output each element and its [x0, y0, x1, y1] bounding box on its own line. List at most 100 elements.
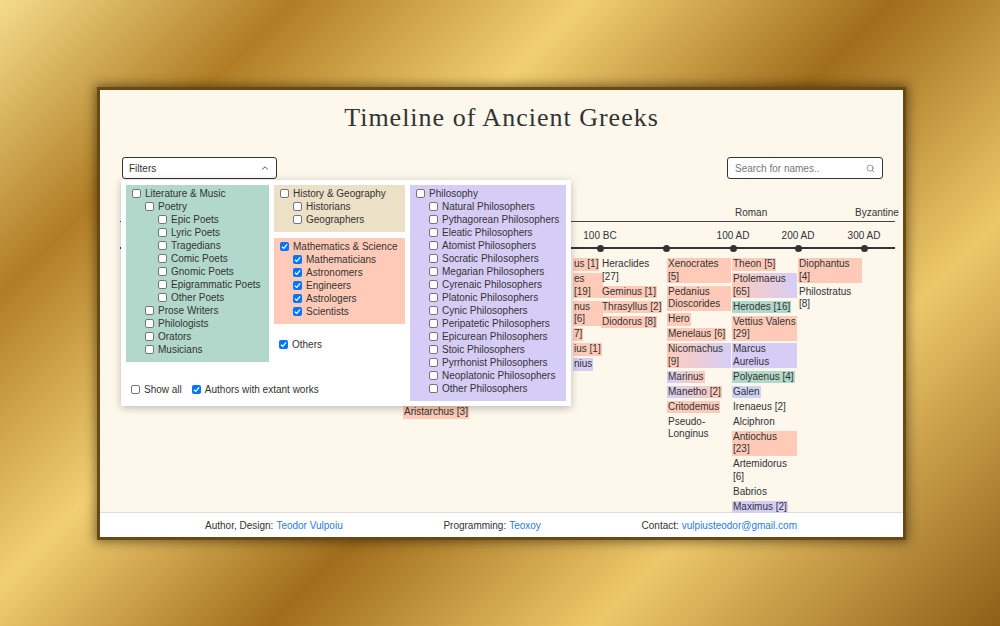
- checkbox[interactable]: [293, 202, 302, 211]
- checkbox[interactable]: [158, 215, 167, 224]
- person-entry[interactable]: Vettius Valens [29]: [732, 316, 797, 341]
- checkbox[interactable]: [145, 306, 154, 315]
- filter-option[interactable]: Peripatetic Philosophers: [416, 317, 562, 330]
- filters-button[interactable]: Filters: [122, 157, 277, 179]
- filter-option[interactable]: Natural Philosophers: [416, 200, 562, 213]
- checkbox[interactable]: [158, 293, 167, 302]
- person-entry[interactable]: Diodorus [8]: [601, 316, 657, 329]
- person-entry[interactable]: Aristarchus [3]: [403, 406, 469, 419]
- person-entry[interactable]: nus [6]: [573, 301, 603, 326]
- person-entry[interactable]: Marcus Aurelius: [732, 343, 797, 368]
- person-entry[interactable]: nius: [573, 358, 593, 371]
- filter-option[interactable]: Eleatic Philosophers: [416, 226, 562, 239]
- checkbox[interactable]: [429, 228, 438, 237]
- filter-option[interactable]: Musicians: [132, 343, 265, 356]
- filter-option[interactable]: Authors with extant works: [192, 383, 319, 396]
- filter-option[interactable]: Socratic Philosophers: [416, 252, 562, 265]
- checkbox[interactable]: [132, 189, 141, 198]
- filter-option[interactable]: Epic Poets: [132, 213, 265, 226]
- checkbox[interactable]: [429, 254, 438, 263]
- person-entry[interactable]: es [19]: [573, 273, 603, 298]
- person-entry[interactable]: Pedanius Dioscorides: [667, 286, 731, 311]
- checkbox[interactable]: [158, 241, 167, 250]
- filter-option[interactable]: Orators: [132, 330, 265, 343]
- filter-option[interactable]: Gnomic Poets: [132, 265, 265, 278]
- person-entry[interactable]: Theon [5]: [732, 258, 776, 271]
- checkbox[interactable]: [429, 280, 438, 289]
- checkbox[interactable]: [429, 293, 438, 302]
- person-entry[interactable]: Critodemus: [667, 401, 720, 414]
- footer-link[interactable]: vulpiusteodor@gmail.com: [682, 518, 797, 533]
- person-entry[interactable]: Maximus [2]: [732, 501, 788, 514]
- person-entry[interactable]: Menelaus [6]: [667, 328, 726, 341]
- checkbox[interactable]: [416, 189, 425, 198]
- person-entry[interactable]: Babrios: [732, 486, 768, 499]
- filter-option[interactable]: Engineers: [280, 279, 401, 292]
- person-entry[interactable]: Marinus: [667, 371, 705, 384]
- checkbox[interactable]: [429, 332, 438, 341]
- person-entry[interactable]: Irenaeus [2]: [732, 401, 787, 414]
- search-input[interactable]: [735, 161, 866, 176]
- filter-option[interactable]: Poetry: [132, 200, 265, 213]
- checkbox[interactable]: [145, 332, 154, 341]
- person-entry[interactable]: Heraclides [27]: [601, 258, 665, 283]
- person-entry[interactable]: ius [1]: [573, 343, 602, 356]
- checkbox-checked[interactable]: [293, 268, 302, 277]
- filter-option[interactable]: Philosophy: [416, 187, 562, 200]
- filter-option[interactable]: Epigrammatic Poets: [132, 278, 265, 291]
- checkbox[interactable]: [145, 345, 154, 354]
- filter-option[interactable]: Prose Writers: [132, 304, 265, 317]
- filter-option[interactable]: Platonic Philosophers: [416, 291, 562, 304]
- filter-option[interactable]: Philologists: [132, 317, 265, 330]
- filter-option[interactable]: Pythagorean Philosophers: [416, 213, 562, 226]
- checkbox-checked[interactable]: [293, 294, 302, 303]
- filter-option[interactable]: Megarian Philosophers: [416, 265, 562, 278]
- checkbox[interactable]: [429, 345, 438, 354]
- checkbox[interactable]: [429, 384, 438, 393]
- checkbox-checked[interactable]: [280, 242, 289, 251]
- filter-option[interactable]: Others: [279, 338, 405, 351]
- checkbox[interactable]: [429, 371, 438, 380]
- filter-option[interactable]: Cyrenaic Philosophers: [416, 278, 562, 291]
- person-entry[interactable]: Hero: [667, 313, 691, 326]
- checkbox[interactable]: [131, 385, 140, 394]
- filter-option[interactable]: Tragedians: [132, 239, 265, 252]
- person-entry[interactable]: Artemidorus [6]: [732, 458, 797, 483]
- filter-option[interactable]: Mathematics & Science: [280, 240, 401, 253]
- filter-option[interactable]: Other Philosophers: [416, 382, 562, 395]
- person-entry[interactable]: Pseudo-Longinus: [667, 416, 731, 441]
- person-entry[interactable]: Philostratus [8]: [798, 286, 862, 311]
- filter-option[interactable]: Cynic Philosophers: [416, 304, 562, 317]
- filter-option[interactable]: Astronomers: [280, 266, 401, 279]
- person-entry[interactable]: Nicomachus [9]: [667, 343, 731, 368]
- checkbox[interactable]: [145, 319, 154, 328]
- filter-option[interactable]: Geographers: [280, 213, 401, 226]
- footer-link[interactable]: Teodor Vulpoiu: [276, 518, 342, 533]
- checkbox[interactable]: [293, 215, 302, 224]
- checkbox[interactable]: [158, 267, 167, 276]
- footer-link[interactable]: Teoxoy: [509, 518, 541, 533]
- checkbox-checked[interactable]: [293, 281, 302, 290]
- checkbox-checked[interactable]: [293, 255, 302, 264]
- person-entry[interactable]: Geminus [1]: [601, 286, 657, 299]
- checkbox[interactable]: [429, 306, 438, 315]
- checkbox[interactable]: [429, 215, 438, 224]
- person-entry[interactable]: Xenocrates [5]: [667, 258, 731, 283]
- checkbox-checked[interactable]: [279, 340, 288, 349]
- checkbox[interactable]: [429, 358, 438, 367]
- checkbox[interactable]: [158, 228, 167, 237]
- person-entry[interactable]: Ptolemaeus [65]: [732, 273, 797, 298]
- person-entry[interactable]: Polyaenus [4]: [732, 371, 795, 384]
- checkbox[interactable]: [158, 254, 167, 263]
- filter-option[interactable]: Astrologers: [280, 292, 401, 305]
- person-entry[interactable]: Thrasyllus [2]: [601, 301, 662, 314]
- filter-option[interactable]: Literature & Music: [132, 187, 265, 200]
- person-entry[interactable]: Antiochus [23]: [732, 431, 797, 456]
- filter-option[interactable]: Historians: [280, 200, 401, 213]
- checkbox[interactable]: [429, 267, 438, 276]
- checkbox[interactable]: [158, 280, 167, 289]
- filter-option[interactable]: Lyric Poets: [132, 226, 265, 239]
- checkbox[interactable]: [145, 202, 154, 211]
- filter-option[interactable]: Scientists: [280, 305, 401, 318]
- person-entry[interactable]: Herodes [16]: [732, 301, 791, 314]
